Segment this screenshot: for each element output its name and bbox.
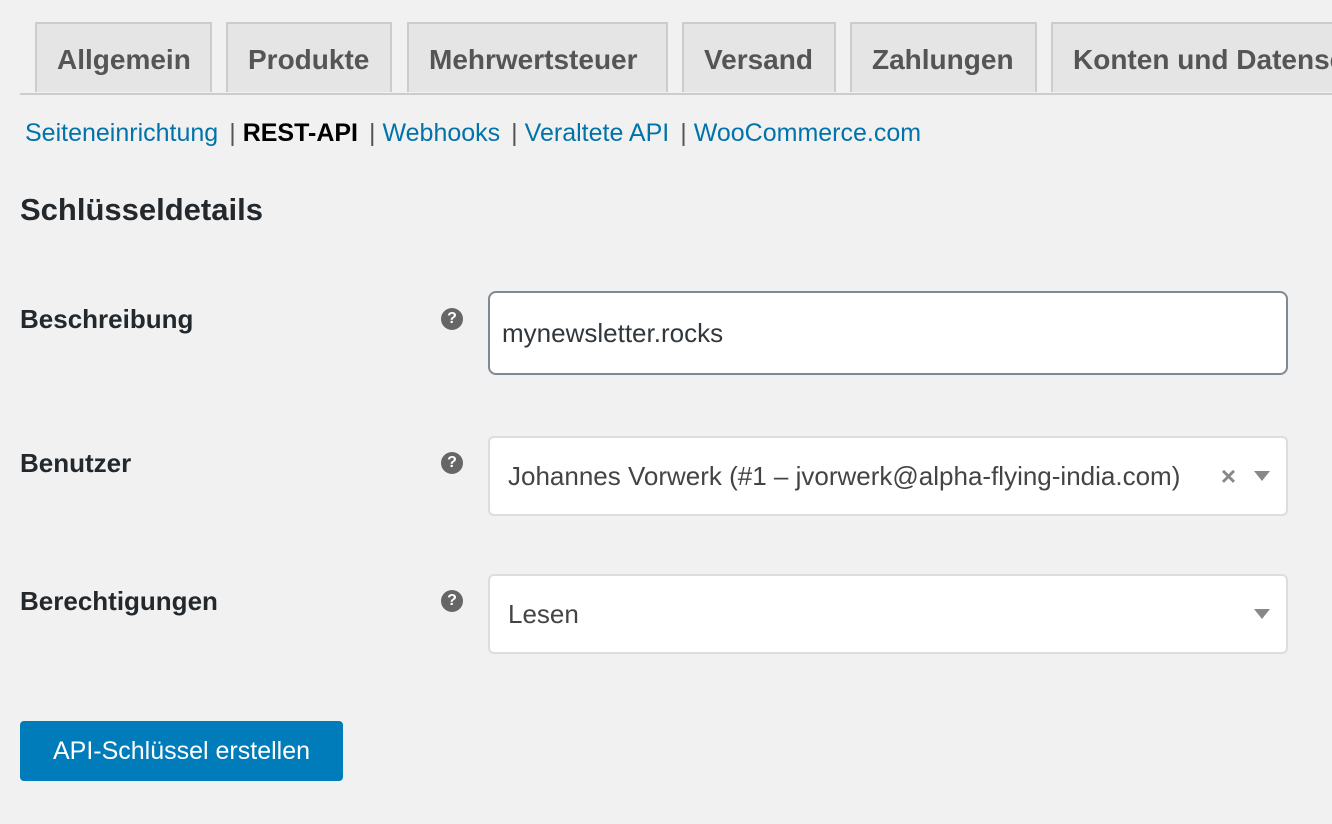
subnav-item-veraltete-api[interactable]: Veraltete API xyxy=(525,119,670,147)
subnav: Seiteneinrichtung | REST-API | Webhooks | Vera… xyxy=(25,116,921,150)
tab-versand[interactable]: Versand xyxy=(682,22,836,92)
settings-tabs: Allgemein Produkte Mehrwertsteuer Versan… xyxy=(0,0,1332,96)
user-select-value: Johannes Vorwerk (#1 – jvorwerk@alpha-fl… xyxy=(508,461,1181,491)
permissions-select[interactable]: Lesen xyxy=(488,574,1288,654)
page-title: Schlüsseldetails xyxy=(20,192,263,227)
subnav-separator: | xyxy=(680,119,687,147)
subnav-item-webhooks[interactable]: Webhooks xyxy=(383,119,501,147)
subnav-item-woocommerce-com[interactable]: WooCommerce.com xyxy=(694,119,921,147)
tab-allgemein[interactable]: Allgemein xyxy=(35,22,212,92)
tab-konten-und-datenschutz[interactable]: Konten und Datenschutz xyxy=(1051,22,1332,92)
subnav-item-seiteneinrichtung[interactable]: Seiteneinrichtung xyxy=(25,119,218,147)
tab-produkte[interactable]: Produkte xyxy=(226,22,392,92)
create-api-key-button[interactable]: API-Schlüssel erstellen xyxy=(20,721,343,781)
tabs-divider xyxy=(20,93,1332,95)
subnav-separator: | xyxy=(369,119,376,147)
help-circle-icon[interactable]: ? xyxy=(441,590,463,612)
description-label: Beschreibung xyxy=(20,304,194,334)
subnav-separator: | xyxy=(229,119,236,147)
tab-mehrwertsteuer[interactable]: Mehrwertsteuer xyxy=(407,22,668,92)
help-circle-icon[interactable]: ? xyxy=(441,308,463,330)
chevron-down-icon[interactable] xyxy=(1254,471,1270,481)
subnav-item-rest-api[interactable]: REST-API xyxy=(243,119,358,147)
help-circle-icon[interactable]: ? xyxy=(441,452,463,474)
tab-zahlungen[interactable]: Zahlungen xyxy=(850,22,1037,92)
permissions-select-value: Lesen xyxy=(508,599,579,629)
close-icon[interactable]: × xyxy=(1221,438,1236,514)
settings-page: Allgemein Produkte Mehrwertsteuer Versan… xyxy=(0,0,1332,824)
permissions-label: Berechtigungen xyxy=(20,586,218,616)
chevron-down-icon[interactable] xyxy=(1254,609,1270,619)
user-select[interactable]: Johannes Vorwerk (#1 – jvorwerk@alpha-fl… xyxy=(488,436,1288,516)
subnav-separator: | xyxy=(511,119,518,147)
description-input[interactable] xyxy=(488,291,1288,375)
user-label: Benutzer xyxy=(20,448,132,478)
